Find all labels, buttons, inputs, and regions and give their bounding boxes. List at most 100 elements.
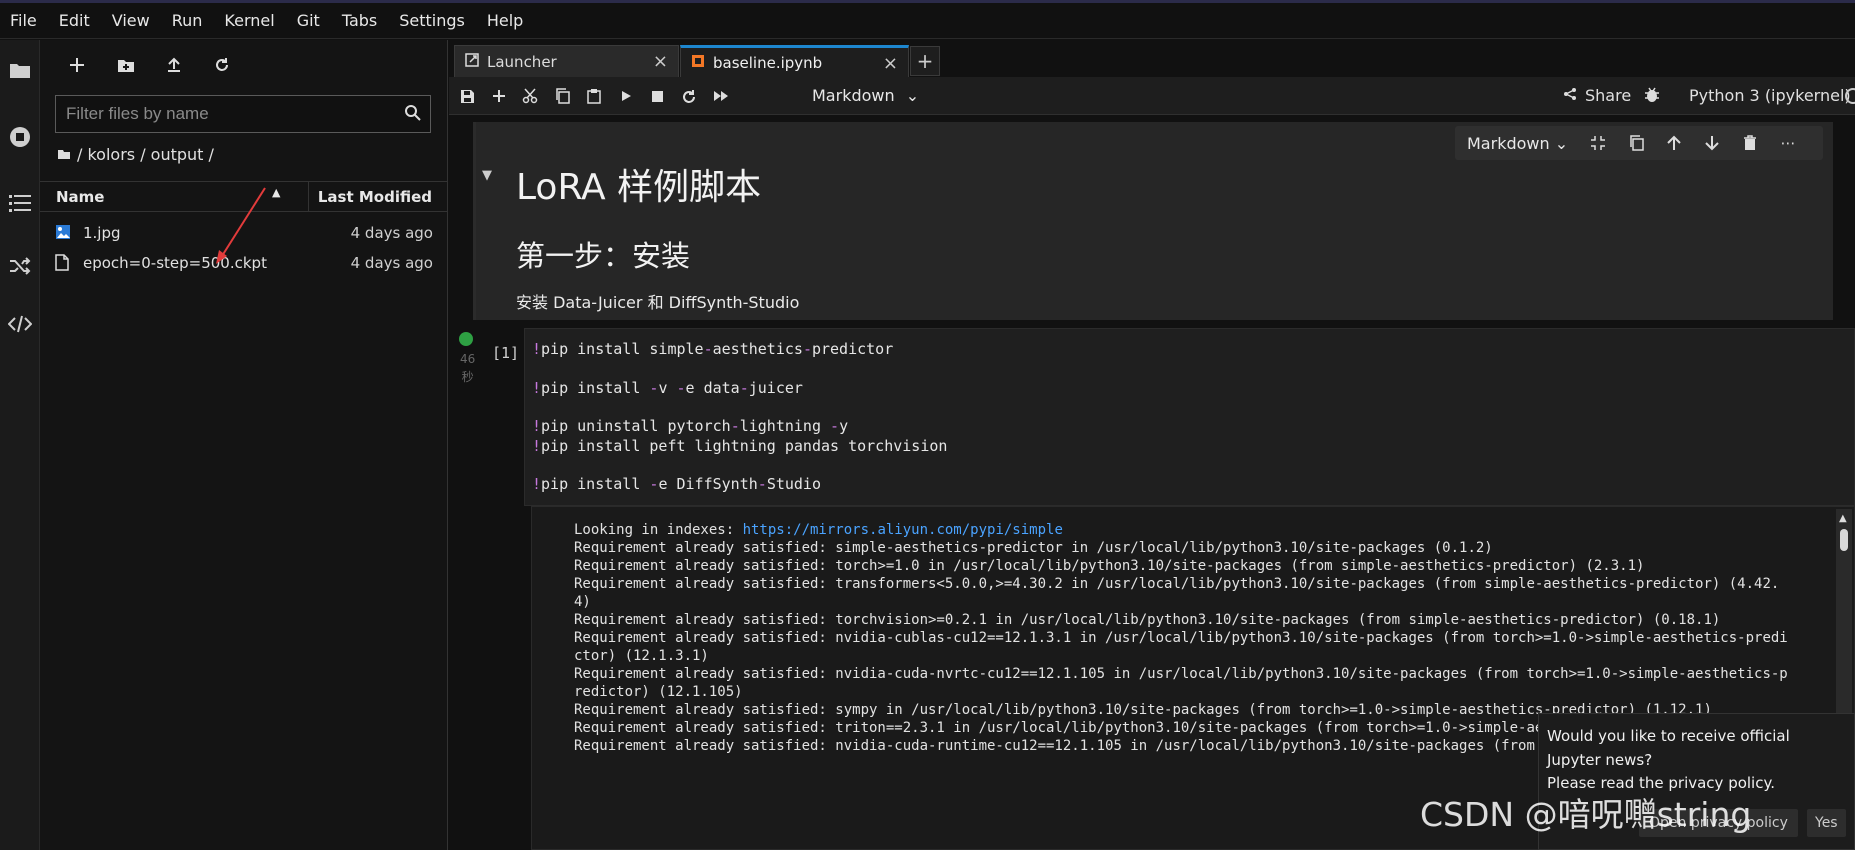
file-name: epoch=0-step=500.ckpt (83, 254, 267, 272)
file-modified: 4 days ago (350, 254, 433, 272)
file-icon (55, 254, 69, 275)
run-button[interactable] (611, 81, 641, 111)
refresh-button[interactable] (206, 50, 238, 80)
move-up-icon[interactable] (1655, 128, 1693, 158)
duplicate-icon[interactable] (1617, 128, 1655, 158)
output-line: 4) (574, 594, 591, 610)
sort-ascending-icon[interactable]: ▲ (272, 186, 280, 199)
folder-icon[interactable] (57, 145, 71, 164)
output-line: Requirement already satisfied: torch>=1.… (574, 558, 1645, 574)
more-icon[interactable]: ⋯ (1769, 128, 1807, 158)
menu-help[interactable]: Help (487, 11, 523, 30)
share-label: Share (1585, 86, 1632, 105)
menu-tabs[interactable]: Tabs (342, 11, 377, 30)
watermark: CSDN @喑呪囎string (1420, 795, 1752, 834)
cut-button[interactable] (515, 81, 545, 111)
menu-run[interactable]: Run (172, 11, 203, 30)
toast-message: Would you like to receive official Jupyt… (1547, 727, 1790, 769)
delete-icon[interactable] (1731, 128, 1769, 158)
launcher-icon (465, 52, 479, 71)
activity-bar (0, 40, 40, 850)
output-line: Looking in indexes: https://mirrors.aliy… (574, 522, 1063, 538)
scroll-thumb[interactable] (1840, 529, 1848, 551)
collapse-triangle-icon[interactable]: ▼ (482, 168, 492, 183)
file-list-header: Name ▲ Last Modified (40, 181, 448, 212)
file-browser-toolbar (40, 40, 448, 90)
close-icon[interactable]: × (653, 51, 668, 72)
output-line: Requirement already satisfied: nvidia-cu… (574, 666, 1788, 682)
kernel-status-icon (1845, 88, 1855, 104)
code-icon[interactable] (0, 304, 40, 344)
save-button[interactable] (452, 81, 482, 111)
new-folder-button[interactable] (110, 50, 142, 80)
cell-type-dropdown[interactable]: Markdown ⌄ (1467, 134, 1579, 153)
share-icon (1563, 86, 1577, 105)
restart-button[interactable] (674, 81, 704, 111)
heading-1: LoRA 样例脚本 (516, 167, 762, 208)
menu-bar: File Edit View Run Kernel Git Tabs Setti… (0, 0, 1855, 39)
file-name: 1.jpg (83, 224, 121, 242)
scroll-up-icon[interactable]: ▲ (1839, 513, 1847, 524)
column-last-modified[interactable]: Last Modified (318, 188, 432, 206)
kernel-name[interactable]: Python 3 (ipykernel) (1689, 86, 1851, 105)
stop-button[interactable] (642, 81, 672, 111)
tab-label: baseline.ipynb (713, 53, 823, 72)
bug-icon[interactable] (1644, 86, 1660, 108)
file-filter-box (55, 95, 431, 133)
upload-button[interactable] (158, 50, 190, 80)
copy-button[interactable] (547, 81, 577, 111)
output-line: ctor) (12.1.3.1) (574, 648, 709, 664)
new-launcher-button[interactable] (61, 50, 93, 80)
tab-label: Launcher (487, 52, 557, 71)
code-line: !pip uninstall pytorch-lightning -y (532, 417, 849, 435)
insert-cell-button[interactable] (484, 81, 514, 111)
yes-button[interactable]: Yes (1807, 809, 1846, 837)
output-line: Requirement already satisfied: simple-ae… (574, 540, 1493, 556)
menu-view[interactable]: View (112, 11, 150, 30)
index-url-link[interactable]: https://mirrors.aliyun.com/pypi/simple (743, 522, 1063, 538)
input-prompt: [1] (492, 344, 520, 362)
cell-type-value: Markdown (812, 86, 895, 105)
cell-toolbar: Markdown ⌄ ⋯ (1455, 126, 1823, 160)
close-icon[interactable]: × (883, 53, 898, 74)
new-tab-button[interactable]: + (910, 46, 940, 76)
collapse-icon[interactable] (1579, 128, 1617, 158)
menu-edit[interactable]: Edit (59, 11, 90, 30)
file-row[interactable]: epoch=0-step=500.ckpt 4 days ago (40, 248, 448, 278)
file-row[interactable]: 1.jpg 4 days ago (40, 218, 448, 248)
tab-launcher[interactable]: Launcher × (454, 45, 679, 77)
share-button[interactable]: Share (1563, 86, 1631, 105)
code-cell-area: 46 秒 [1] !pip install simple-aesthetics-… (449, 328, 1855, 528)
shuffle-icon[interactable] (0, 246, 40, 286)
file-filter-input[interactable] (66, 104, 386, 124)
code-editor[interactable]: !pip install simple-aesthetics-predictor… (524, 328, 1855, 506)
run-all-button[interactable] (706, 81, 736, 111)
paste-button[interactable] (579, 81, 609, 111)
move-down-icon[interactable] (1693, 128, 1731, 158)
paragraph: 安装 Data-Juicer 和 DiffSynth-Studio (516, 293, 800, 312)
search-icon (404, 104, 422, 126)
cell-type-dropdown[interactable]: Markdown ⌄ (812, 86, 919, 105)
breadcrumb-path[interactable]: / kolors / output / (77, 145, 214, 164)
file-modified: 4 days ago (350, 224, 433, 242)
file-browser: / kolors / output / Name ▲ Last Modified… (40, 40, 448, 850)
notebook-toolbar: Markdown ⌄ Share Python 3 (ipykernel) (449, 77, 1855, 115)
breadcrumb: / kolors / output / (57, 145, 214, 164)
column-name[interactable]: Name (56, 188, 104, 206)
check-icon (459, 332, 473, 346)
code-line: !pip install simple-aesthetics-predictor (532, 340, 894, 358)
notebook-icon (691, 54, 705, 72)
heading-2: 第一步：安装 (516, 239, 691, 273)
list-icon[interactable] (0, 183, 40, 223)
menu-git[interactable]: Git (297, 11, 320, 30)
column-divider[interactable] (308, 182, 309, 212)
tab-baseline-notebook[interactable]: baseline.ipynb × (680, 45, 909, 77)
menu-file[interactable]: File (10, 11, 37, 30)
menu-kernel[interactable]: Kernel (224, 11, 274, 30)
code-line: !pip install -e DiffSynth-Studio (532, 475, 821, 493)
stop-circle-icon[interactable] (0, 117, 40, 157)
markdown-cell[interactable]: Markdown ⌄ ⋯ ▼ LoRA 样例脚本 第一步：安装 安装 Data-… (473, 122, 1833, 320)
folder-icon[interactable] (0, 50, 40, 90)
image-icon (55, 224, 71, 244)
menu-settings[interactable]: Settings (399, 11, 465, 30)
